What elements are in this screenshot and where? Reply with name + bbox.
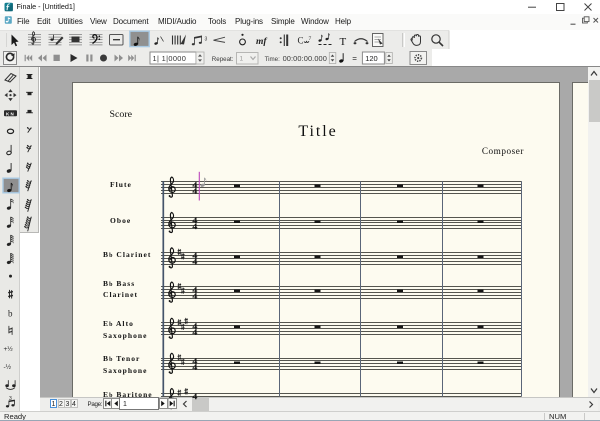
svg-text:C: C — [298, 36, 304, 46]
svg-text:b: b — [8, 308, 13, 318]
svg-text:1: 1 — [123, 401, 127, 408]
svg-text:3: 3 — [205, 37, 208, 43]
svg-text:=: = — [352, 54, 357, 63]
svg-text:Time:: Time: — [265, 56, 281, 63]
svg-text:7: 7 — [309, 36, 312, 42]
svg-text:mf: mf — [256, 37, 267, 47]
svg-text:T: T — [340, 36, 347, 48]
svg-text:120: 120 — [365, 54, 378, 63]
svg-text:+½: +½ — [4, 345, 14, 353]
svg-text:Repeat:: Repeat: — [212, 56, 234, 63]
svg-text:00:00:00.000: 00:00:00.000 — [283, 54, 327, 63]
svg-text:1: 1 — [240, 56, 244, 63]
svg-text:-½: -½ — [4, 363, 12, 371]
svg-text:N: N — [11, 111, 14, 116]
svg-text:1| 1|0000: 1| 1|0000 — [153, 54, 187, 63]
